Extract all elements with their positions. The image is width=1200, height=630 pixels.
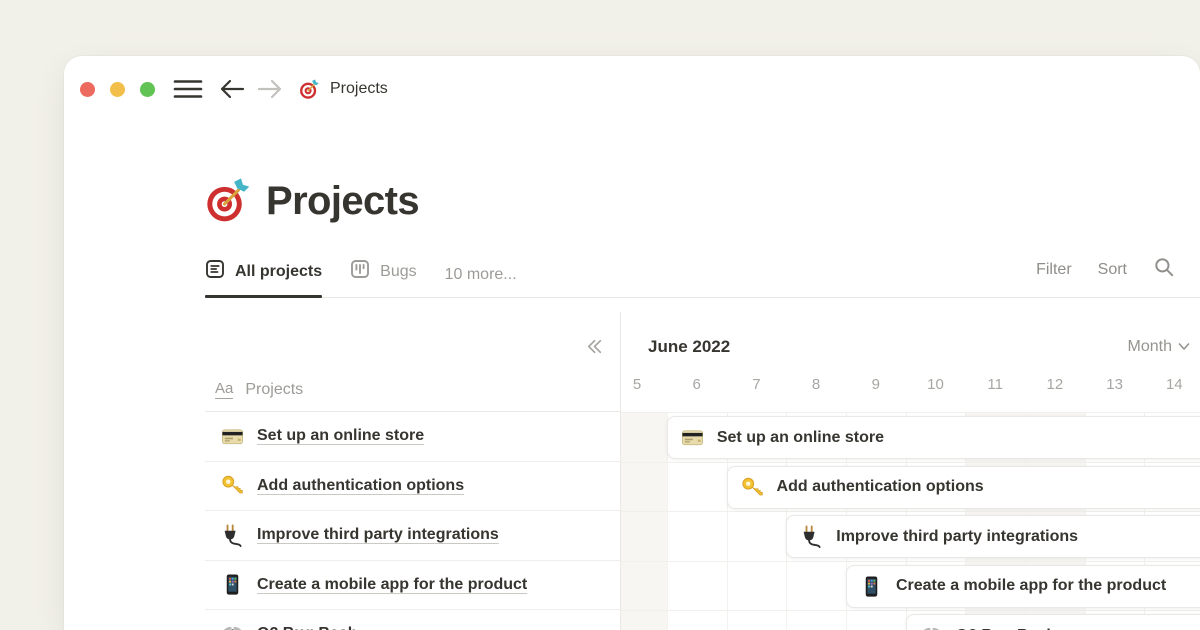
timeline-view: Aa Projects Set up an online store Add au… bbox=[64, 312, 1200, 630]
day-label: 12 bbox=[1047, 376, 1064, 393]
zoom-window-button[interactable] bbox=[140, 82, 155, 97]
minimize-window-button[interactable] bbox=[110, 82, 125, 97]
day-label: 13 bbox=[1106, 376, 1123, 393]
day-label: 8 bbox=[812, 376, 820, 393]
key-icon bbox=[741, 476, 764, 499]
dart-target-icon[interactable] bbox=[205, 178, 251, 224]
tab-more[interactable]: 10 more... bbox=[445, 266, 517, 297]
timeline-bar-title: Add authentication options bbox=[777, 478, 984, 496]
sort-button[interactable]: Sort bbox=[1098, 261, 1127, 279]
table-row[interactable]: Set up an online store bbox=[205, 412, 620, 462]
month-label: June 2022 bbox=[648, 337, 730, 357]
day-label: 10 bbox=[927, 376, 944, 393]
day-label: 6 bbox=[693, 376, 701, 393]
tab-all-projects[interactable]: All projects bbox=[205, 259, 322, 297]
table-row[interactable]: Improve third party integrations bbox=[205, 511, 620, 561]
key-icon bbox=[221, 474, 244, 497]
timeline-bar-title: Improve third party integrations bbox=[836, 528, 1078, 546]
tab-label: All projects bbox=[235, 263, 322, 281]
breadcrumb[interactable]: Projects bbox=[299, 79, 388, 100]
forward-arrow-icon[interactable] bbox=[257, 78, 283, 100]
window-toolbar: Projects bbox=[64, 56, 1200, 122]
close-window-button[interactable] bbox=[80, 82, 95, 97]
project-title-link[interactable]: Add authentication options bbox=[257, 477, 464, 495]
tab-label: 10 more... bbox=[445, 266, 517, 284]
list-view-icon bbox=[205, 259, 225, 284]
timeline-bar[interactable]: Add authentication options bbox=[727, 466, 1200, 509]
weekend-shading bbox=[620, 412, 667, 630]
filter-button[interactable]: Filter bbox=[1036, 261, 1072, 279]
timeline-header: June 2022 Month 5 6 7 8 9 10 11 12 13 14 bbox=[621, 312, 1200, 412]
mobile-phone-icon bbox=[221, 573, 244, 596]
project-title-link[interactable]: Q2 Bug Bash bbox=[257, 625, 357, 630]
project-title-link[interactable]: Improve third party integrations bbox=[257, 526, 499, 544]
row-gridline bbox=[621, 412, 1200, 413]
title-property-icon: Aa bbox=[215, 381, 233, 400]
tab-label: Bugs bbox=[380, 263, 416, 281]
search-icon[interactable] bbox=[1153, 256, 1175, 283]
day-label: 11 bbox=[987, 376, 1003, 393]
credit-card-icon bbox=[681, 426, 704, 449]
row-gridline bbox=[621, 610, 1200, 611]
day-label: 7 bbox=[752, 376, 760, 393]
zoom-select-label: Month bbox=[1128, 338, 1172, 356]
mosquito-icon bbox=[221, 623, 244, 630]
page-header: Projects bbox=[205, 172, 1200, 230]
project-row-list: Set up an online store Add authentication… bbox=[205, 412, 620, 630]
timeline-bar[interactable]: Create a mobile app for the product bbox=[846, 565, 1200, 608]
tab-bugs[interactable]: Bugs bbox=[350, 259, 416, 297]
app-window: Projects Projects All projects Bugs 10 m… bbox=[64, 56, 1200, 630]
back-arrow-icon[interactable] bbox=[219, 78, 245, 100]
row-gridline bbox=[621, 511, 1200, 512]
collapse-table-icon[interactable] bbox=[583, 336, 604, 357]
timeline-bar-title: Q2 Bug Bash bbox=[956, 627, 1056, 630]
column-header-projects[interactable]: Aa Projects bbox=[215, 381, 303, 400]
timeline-bar-title: Set up an online store bbox=[717, 429, 884, 447]
timeline-body: Set up an online store Add authentication… bbox=[621, 412, 1200, 630]
timeline-pane: June 2022 Month 5 6 7 8 9 10 11 12 13 14 Set up a… bbox=[620, 312, 1200, 630]
menu-icon[interactable] bbox=[173, 78, 203, 100]
credit-card-icon bbox=[221, 425, 244, 448]
page-title: Projects bbox=[266, 179, 419, 224]
table-row[interactable]: Q2 Bug Bash bbox=[205, 610, 620, 630]
project-title-link[interactable]: Set up an online store bbox=[257, 427, 424, 445]
view-tabbar: All projects Bugs 10 more... Filter Sort bbox=[205, 254, 1200, 298]
table-pane: Aa Projects Set up an online store Add au… bbox=[205, 312, 620, 630]
view-actions: Filter Sort bbox=[1036, 256, 1175, 297]
row-gridline bbox=[621, 462, 1200, 463]
timeline-zoom-select[interactable]: Month bbox=[1128, 338, 1190, 356]
board-view-icon bbox=[350, 259, 370, 284]
plug-icon bbox=[800, 525, 823, 548]
table-row[interactable]: Add authentication options bbox=[205, 462, 620, 512]
day-label: 9 bbox=[872, 376, 880, 393]
timeline-bar[interactable]: Improve third party integrations bbox=[786, 515, 1200, 558]
timeline-bar-title: Create a mobile app for the product bbox=[896, 577, 1166, 595]
table-pane-header: Aa Projects bbox=[205, 312, 620, 412]
mobile-phone-icon bbox=[860, 575, 883, 598]
window-controls bbox=[80, 82, 155, 97]
timeline-bar[interactable]: Q2 Bug Bash bbox=[906, 614, 1200, 630]
breadcrumb-title: Projects bbox=[330, 80, 388, 98]
day-label: 14 bbox=[1166, 376, 1183, 393]
timeline-bar[interactable]: Set up an online store bbox=[667, 416, 1200, 459]
view-tabs: All projects Bugs 10 more... bbox=[205, 259, 517, 297]
chevron-down-icon bbox=[1178, 338, 1190, 356]
mosquito-icon bbox=[920, 624, 943, 630]
row-gridline bbox=[621, 561, 1200, 562]
column-header-label: Projects bbox=[245, 381, 303, 399]
dart-target-icon bbox=[299, 79, 320, 100]
day-label: 5 bbox=[633, 376, 641, 393]
project-title-link[interactable]: Create a mobile app for the product bbox=[257, 576, 527, 594]
plug-icon bbox=[221, 524, 244, 547]
table-row[interactable]: Create a mobile app for the product bbox=[205, 561, 620, 611]
